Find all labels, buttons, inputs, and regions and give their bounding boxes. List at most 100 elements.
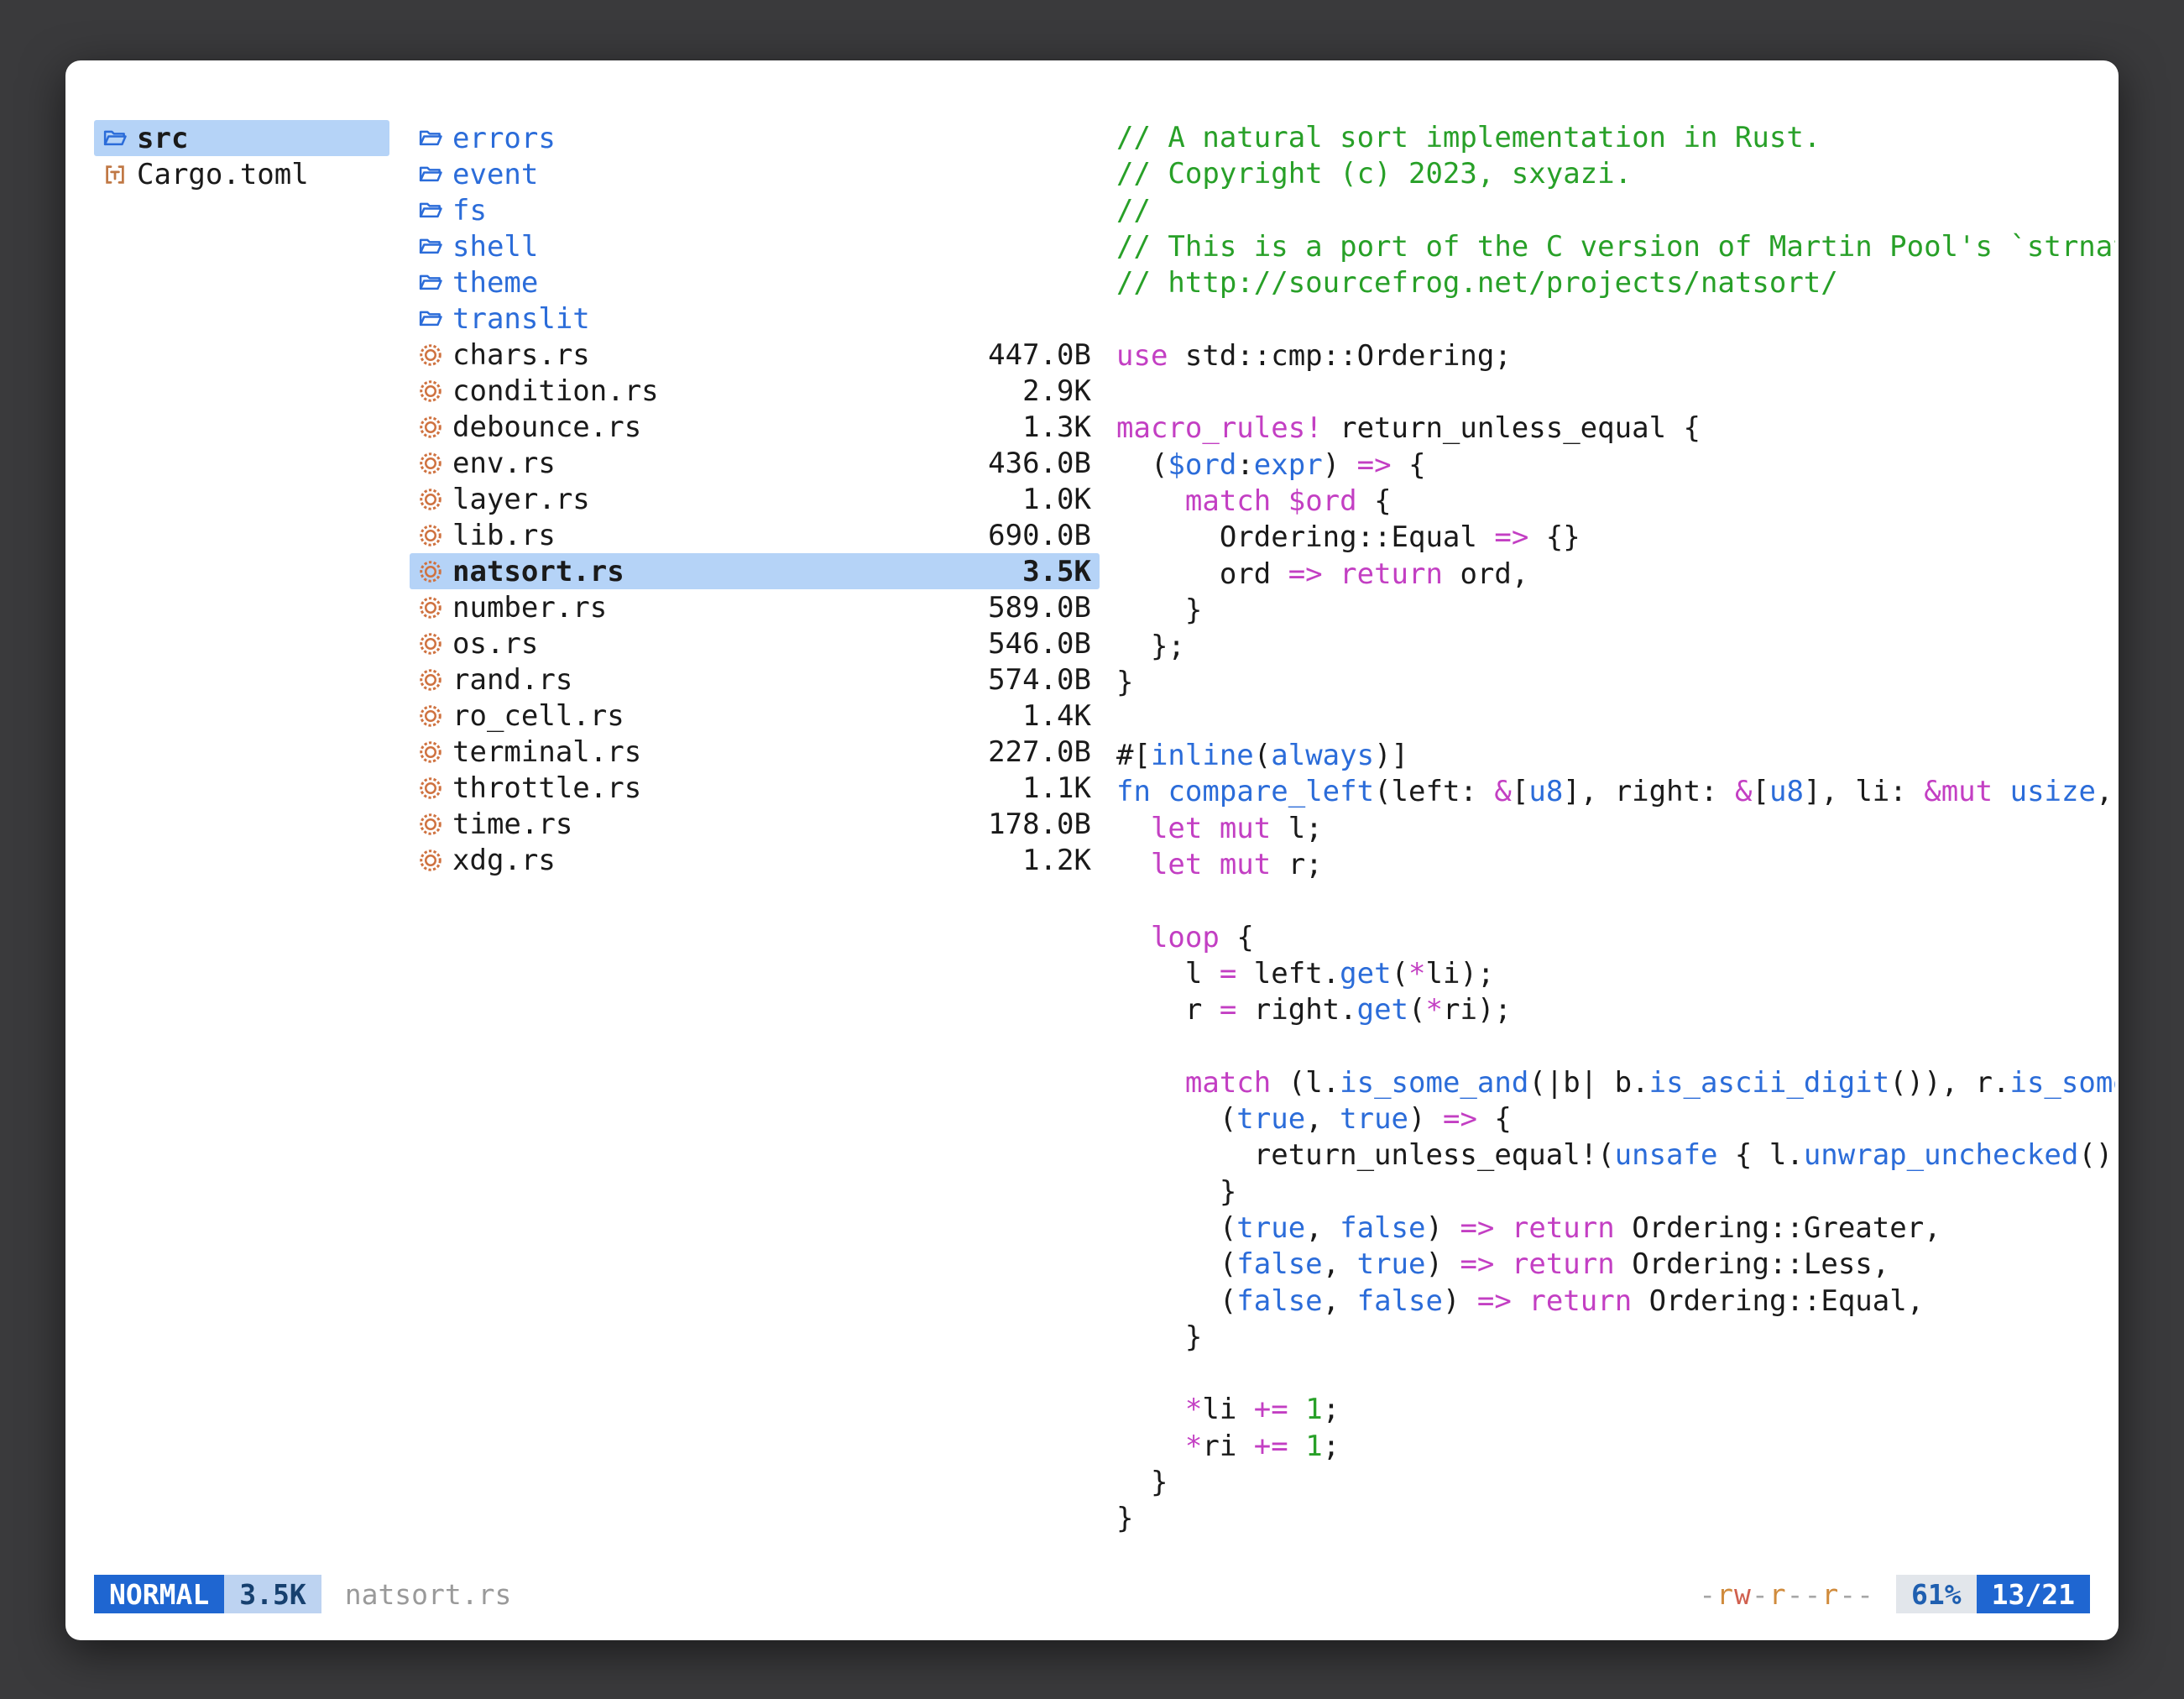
code-line-8: [1116, 374, 2115, 410]
current-item-theme[interactable]: theme: [410, 264, 1100, 301]
rust-icon: [418, 415, 443, 440]
code-line-2: // Copyright (c) 2023, sxyazi.: [1116, 156, 2115, 192]
rust-icon: [418, 776, 443, 801]
code-line-13: ord => return ord,: [1116, 557, 2115, 593]
rust-icon: [418, 342, 443, 368]
code-line-29: return_unless_equal!(unsafe { l.unwrap_u…: [1116, 1137, 2115, 1174]
file-name: errors: [452, 122, 556, 155]
file-name: Cargo.toml: [137, 158, 309, 191]
file-size: 2.9K: [1006, 374, 1091, 408]
cursor-position-badge: 13/21: [1977, 1575, 2090, 1613]
code-line-7: use std::cmp::Ordering;: [1116, 338, 2115, 374]
file-size: 1.4K: [1006, 699, 1091, 733]
file-size: 436.0B: [971, 447, 1091, 480]
code-line-38: }: [1116, 1465, 2115, 1501]
file-size: 3.5K: [1006, 555, 1091, 588]
code-line-25: r = right.get(*ri);: [1116, 992, 2115, 1028]
file-size: 574.0B: [971, 663, 1091, 697]
code-line-37: *ri += 1;: [1116, 1429, 2115, 1465]
code-line-5: // http://sourcefrog.net/projects/natsor…: [1116, 265, 2115, 301]
rust-icon: [418, 451, 443, 476]
code-line-4: // This is a port of the C version of Ma…: [1116, 229, 2115, 265]
file-name: shell: [452, 230, 538, 264]
folder-icon: [102, 126, 128, 151]
file-size: 447.0B: [971, 338, 1091, 372]
current-item-throttle.rs[interactable]: throttle.rs1.1K: [410, 770, 1100, 806]
current-item-lib.rs[interactable]: lib.rs690.0B: [410, 517, 1100, 553]
file-name: rand.rs: [452, 663, 572, 697]
rust-icon: [418, 631, 443, 656]
code-line-10: ($ord:expr) => {: [1116, 447, 2115, 484]
folder-icon: [418, 162, 443, 187]
file-size: 227.0B: [971, 735, 1091, 769]
current-item-rand.rs[interactable]: rand.rs 574.0B: [410, 661, 1100, 698]
rust-icon: [418, 523, 443, 548]
current-item-shell[interactable]: shell: [410, 228, 1100, 264]
current-item-time.rs[interactable]: time.rs178.0B: [410, 806, 1100, 842]
folder-icon: [418, 198, 443, 223]
code-line-6: [1116, 301, 2115, 337]
file-name: translit: [452, 302, 590, 336]
file-name: layer.rs: [452, 483, 590, 516]
rust-icon: [418, 703, 443, 729]
current-item-ro_cell.rs[interactable]: ro_cell.rs 1.4K: [410, 698, 1100, 734]
current-item-fs[interactable]: fs: [410, 192, 1100, 228]
current-item-xdg.rs[interactable]: xdg.rs1.2K: [410, 842, 1100, 878]
folder-icon: [418, 270, 443, 295]
status-filename: natsort.rs: [345, 1578, 512, 1611]
folder-icon: [418, 306, 443, 332]
code-line-3: //: [1116, 193, 2115, 229]
current-item-translit[interactable]: translit: [410, 301, 1100, 337]
current-item-number.rs[interactable]: number.rs589.0B: [410, 589, 1100, 625]
file-name: natsort.rs: [452, 555, 624, 588]
rust-icon: [418, 487, 443, 512]
code-line-39: }: [1116, 1501, 2115, 1537]
parent-item-Cargo.toml[interactable]: Cargo.toml: [94, 156, 389, 192]
code-line-26: [1116, 1028, 2115, 1064]
mode-badge: NORMAL: [94, 1575, 224, 1613]
code-line-30: }: [1116, 1174, 2115, 1210]
current-item-errors[interactable]: errors: [410, 120, 1100, 156]
file-permissions: -rw-r--r--: [1699, 1578, 1874, 1611]
code-line-23: loop {: [1116, 920, 2115, 956]
file-name: env.rs: [452, 447, 556, 480]
current-item-debounce.rs[interactable]: debounce.rs1.3K: [410, 409, 1100, 445]
parent-directory-pane: srcCargo.toml: [94, 120, 389, 192]
rust-icon: [418, 740, 443, 765]
current-item-natsort.rs[interactable]: natsort.rs 3.5K: [410, 553, 1100, 589]
toml-icon: [102, 162, 128, 187]
current-item-env.rs[interactable]: env.rs 436.0B: [410, 445, 1100, 481]
file-size: 178.0B: [971, 808, 1091, 841]
parent-item-src[interactable]: src: [94, 120, 389, 156]
file-name: src: [137, 122, 188, 155]
file-name: throttle.rs: [452, 771, 641, 805]
rust-icon: [418, 595, 443, 620]
current-item-condition.rs[interactable]: condition.rs2.9K: [410, 373, 1100, 409]
current-item-terminal.rs[interactable]: terminal.rs227.0B: [410, 734, 1100, 770]
current-item-chars.rs[interactable]: chars.rs447.0B: [410, 337, 1100, 373]
code-line-28: (true, true) => {: [1116, 1101, 2115, 1137]
code-line-9: macro_rules! return_unless_equal {: [1116, 410, 2115, 447]
folder-icon: [418, 126, 443, 151]
file-name: event: [452, 158, 538, 191]
file-name: fs: [452, 194, 487, 227]
current-item-event[interactable]: event: [410, 156, 1100, 192]
code-line-20: let mut l;: [1116, 811, 2115, 847]
code-line-35: [1116, 1356, 2115, 1392]
current-item-os.rs[interactable]: os.rs546.0B: [410, 625, 1100, 661]
file-name: ro_cell.rs: [452, 699, 624, 733]
file-name: number.rs: [452, 591, 607, 625]
current-item-layer.rs[interactable]: layer.rs 1.0K: [410, 481, 1100, 517]
code-line-34: }: [1116, 1320, 2115, 1356]
code-line-14: }: [1116, 593, 2115, 629]
rust-icon: [418, 379, 443, 404]
file-preview-pane[interactable]: // A natural sort implementation in Rust…: [1116, 120, 2115, 1552]
code-line-16: }: [1116, 665, 2115, 701]
code-line-24: l = left.get(*li);: [1116, 956, 2115, 992]
file-size: 1.0K: [1006, 483, 1091, 516]
file-size: 690.0B: [971, 519, 1091, 552]
status-bar-right: -rw-r--r-- 61% 13/21: [1699, 1575, 2090, 1613]
code-line-1: // A natural sort implementation in Rust…: [1116, 120, 2115, 156]
code-line-17: [1116, 702, 2115, 738]
file-name: xdg.rs: [452, 844, 556, 877]
